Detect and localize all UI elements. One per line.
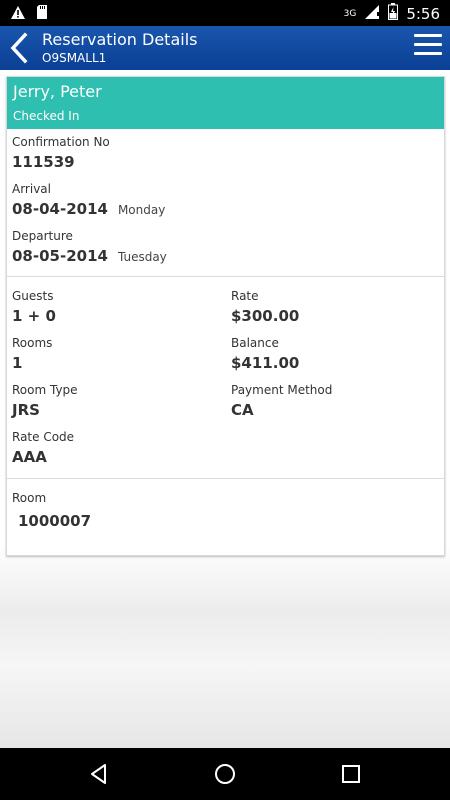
payment-method-value: CA [231,401,254,419]
triangle-back-icon [91,764,106,784]
back-button[interactable] [6,31,34,65]
menu-icon-bar [414,43,442,46]
room-type-label: Room Type [12,383,78,397]
battery-icon [388,3,399,24]
rooms-label: Rooms [12,336,53,350]
details-section: Guests 1 + 0 Rate $300.00 Rooms 1 Balanc… [7,277,444,479]
rate-code-field: Rate Code AAA [12,430,74,467]
confirmation-value: 111539 [12,153,75,171]
rate-label: Rate [231,289,259,303]
guest-header[interactable]: Jerry, Peter Checked In [7,77,444,129]
room-section[interactable]: Room 1000007 [7,479,444,557]
menu-icon [414,34,442,37]
status-time: 5:56 [406,4,440,23]
status-bar: 3G 5:56 [0,0,450,26]
rooms-field: Rooms 1 [12,336,52,373]
rate-code-label: Rate Code [12,430,75,444]
rooms-value: 1 [12,354,23,372]
reservation-card: Jerry, Peter Checked In Confirmation No … [6,76,445,556]
departure-date: 08-05-2014 [12,247,108,265]
departure-label: Departure [12,229,73,243]
circle-home-icon [215,764,235,784]
guest-status: Checked In [13,109,80,123]
room-type-value: JRS [12,401,40,419]
departure-field: Departure 08-05-2014 Tuesday [12,229,167,266]
arrival-label: Arrival [12,182,51,196]
departure-day: Tuesday [117,250,167,264]
nav-back-button[interactable] [87,762,111,786]
confirmation-label: Confirmation No [12,135,110,149]
page-title: Reservation Details [42,30,198,49]
balance-value: $411.00 [231,354,300,372]
nav-home-button[interactable] [213,762,237,786]
rate-value: $300.00 [231,307,300,325]
room-value: 1000007 [18,512,92,530]
guests-field: Guests 1 + 0 [12,289,56,326]
sd-card-icon [36,4,48,24]
balance-field: Balance $411.00 [231,336,299,373]
arrival-field: Arrival 08-04-2014 Monday [12,182,165,219]
square-recents-icon [342,765,360,783]
guests-label: Guests [12,289,54,303]
confirmation-field: Confirmation No 111539 [12,135,110,172]
nav-recents-button[interactable] [339,762,363,786]
chevron-left-icon [10,32,28,64]
dates-section: Confirmation No 111539 Arrival 08-04-201… [7,129,444,277]
page-subtitle: O9SMALL1 [42,51,107,65]
warning-icon [10,5,26,24]
room-type-field: Room Type JRS [12,383,78,420]
guests-value: 1 + 0 [12,307,56,325]
menu-icon-bar [414,52,442,55]
room-field: Room 1000007 [12,491,91,531]
navigation-bar [0,748,450,800]
payment-method-label: Payment Method [231,383,333,397]
rate-code-value: AAA [12,448,47,466]
rate-field: Rate $300.00 [231,289,299,326]
payment-method-field: Payment Method CA [231,383,332,420]
balance-label: Balance [231,336,279,350]
guest-name: Jerry, Peter [13,82,102,101]
arrival-date: 08-04-2014 [12,200,108,218]
room-label: Room [12,491,47,505]
network-type: 3G [343,8,357,19]
app-bar: Reservation Details O9SMALL1 [0,26,450,70]
signal-icon [364,4,380,24]
arrival-day: Monday [117,203,166,217]
menu-button[interactable] [414,34,442,60]
